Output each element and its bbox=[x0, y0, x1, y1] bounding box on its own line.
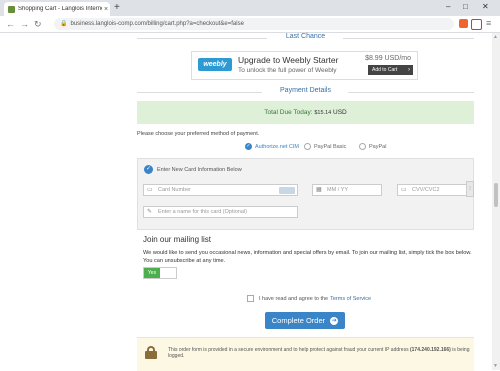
promo-subtitle: To unlock the full power of Weebly bbox=[238, 67, 337, 74]
card-name-input[interactable]: ✎ Enter a name for this card (Optional) bbox=[143, 206, 298, 218]
address-bar-row: ← → ↻ 🔒 business.langlois-comp.com/billin… bbox=[0, 16, 500, 33]
complete-order-label: Complete Order bbox=[271, 316, 326, 325]
scroll-down-icon[interactable]: ▼ bbox=[493, 363, 498, 369]
add-to-cart-button[interactable]: Add to Cart › bbox=[368, 65, 413, 75]
last-chance-heading: Last Chance bbox=[285, 33, 326, 40]
total-amount: $15.14 bbox=[314, 110, 332, 116]
maximize-button[interactable]: □ bbox=[463, 2, 468, 11]
total-label: Total Due Today: bbox=[264, 109, 313, 116]
arrow-right-icon: ➔ bbox=[330, 317, 339, 326]
alert-icon[interactable] bbox=[471, 19, 482, 30]
payment-details-heading: Payment Details bbox=[280, 87, 331, 94]
padlock-icon bbox=[145, 346, 157, 359]
complete-order-button[interactable]: Complete Order ➔ bbox=[265, 312, 345, 329]
card-name-placeholder: Enter a name for this card (Optional) bbox=[158, 209, 247, 215]
terms-link[interactable]: Terms of Service bbox=[330, 296, 371, 302]
add-to-cart-label: Add to Cart bbox=[372, 67, 398, 73]
terms-agreement: I have read and agree to the Terms of Se… bbox=[247, 295, 371, 302]
brave-shield-icon[interactable] bbox=[459, 19, 468, 28]
terms-text: I have read and agree to the bbox=[259, 295, 329, 302]
browser-tab[interactable]: Shopping Cart - Langlois Internet × bbox=[4, 2, 110, 16]
lock-icon: 🔒 bbox=[60, 21, 68, 27]
pencil-icon: ✎ bbox=[147, 209, 153, 215]
tab-close-icon[interactable]: × bbox=[102, 6, 110, 13]
upsell-banner: weebly Upgrade to Weebly Starter To unlo… bbox=[191, 51, 418, 80]
card-brand-icon bbox=[279, 187, 295, 194]
secure-text: This order form is provided in a secure … bbox=[168, 347, 409, 353]
scrollbar[interactable]: ▲ ▼ bbox=[492, 33, 500, 370]
url-text: business.langlois-comp.com/billing/cart.… bbox=[70, 21, 244, 27]
toggle-on-label: Yes bbox=[144, 268, 160, 278]
favicon-icon bbox=[8, 5, 15, 13]
payment-method-paypal-basic[interactable]: PayPal Basic bbox=[304, 143, 346, 150]
promo-title: Upgrade to Weebly Starter bbox=[238, 55, 339, 65]
new-tab-button[interactable]: + bbox=[114, 2, 120, 14]
secure-notice-text: This order form is provided in a secure … bbox=[168, 347, 474, 359]
expiry-placeholder: MM / YY bbox=[327, 187, 348, 193]
side-handle[interactable]: ⁝ bbox=[466, 181, 474, 197]
weebly-logo: weebly bbox=[198, 58, 232, 71]
new-card-panel: ✓ Enter New Card Information Below ▭ Car… bbox=[137, 158, 474, 230]
scrollbar-thumb[interactable] bbox=[494, 183, 498, 207]
close-window-button[interactable]: ✕ bbox=[482, 2, 489, 11]
credit-card-icon: ▭ bbox=[147, 187, 153, 193]
cvv-input[interactable]: ▭ CVV/CVC2 bbox=[397, 184, 467, 196]
scroll-up-icon[interactable]: ▲ bbox=[493, 34, 498, 40]
payment-method-label: PayPal Basic bbox=[314, 143, 347, 150]
forward-icon[interactable]: → bbox=[20, 19, 29, 29]
payment-method-authorize[interactable]: ✓ Authorize.net CIM bbox=[245, 143, 299, 150]
chevron-right-icon: › bbox=[408, 67, 410, 73]
browser-tab-bar: Shopping Cart - Langlois Internet × + – … bbox=[0, 0, 500, 16]
mailing-list-toggle[interactable]: Yes bbox=[143, 267, 177, 279]
cvv-placeholder: CVV/CVC2 bbox=[412, 187, 440, 193]
mailing-list-title: Join our mailing list bbox=[143, 235, 212, 244]
card-number-placeholder: Card Number bbox=[158, 187, 192, 193]
expiry-input[interactable]: ▦ MM / YY bbox=[312, 184, 382, 196]
check-icon[interactable]: ✓ bbox=[144, 165, 153, 174]
terms-checkbox[interactable] bbox=[247, 295, 254, 302]
ip-address: (174.240.192.166) bbox=[409, 347, 451, 353]
radio-icon bbox=[304, 143, 311, 150]
radio-checked-icon: ✓ bbox=[245, 143, 252, 150]
minimize-button[interactable]: – bbox=[446, 2, 450, 11]
calendar-icon: ▦ bbox=[316, 187, 322, 193]
url-field[interactable]: 🔒 business.langlois-comp.com/billing/cart… bbox=[54, 18, 454, 30]
payment-method-prompt: Please choose your preferred method of p… bbox=[137, 131, 260, 137]
total-due-banner: Total Due Today: $15.14 USD bbox=[137, 101, 474, 124]
secure-notice: This order form is provided in a secure … bbox=[137, 337, 474, 371]
radio-icon bbox=[359, 143, 366, 150]
tab-title: Shopping Cart - Langlois Internet bbox=[18, 6, 102, 12]
card-number-input[interactable]: ▭ Card Number bbox=[143, 184, 298, 196]
payment-method-label: PayPal bbox=[369, 143, 387, 150]
new-card-label: Enter New Card Information Below bbox=[157, 167, 242, 173]
reload-icon[interactable]: ↻ bbox=[34, 19, 42, 30]
total-currency: USD bbox=[333, 109, 347, 116]
payment-method-paypal[interactable]: PayPal bbox=[359, 143, 386, 150]
back-icon[interactable]: ← bbox=[6, 19, 15, 29]
menu-icon[interactable]: ≡ bbox=[486, 18, 491, 28]
payment-method-label: Authorize.net CIM bbox=[255, 143, 300, 150]
mailing-list-text: We would like to send you occasional new… bbox=[143, 250, 472, 264]
promo-price: $8.99 USD/mo bbox=[365, 55, 411, 62]
cvv-icon: ▭ bbox=[401, 187, 407, 193]
